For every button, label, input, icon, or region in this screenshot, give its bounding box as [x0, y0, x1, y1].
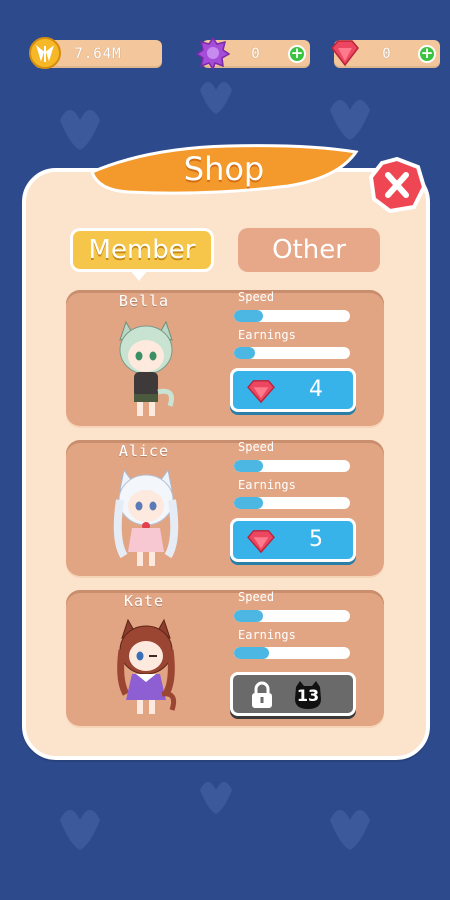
unlock-level: 13	[296, 685, 320, 705]
earnings-label: Earnings	[238, 628, 296, 642]
speed-label: Speed	[238, 290, 275, 304]
coin-value: 7.64M	[74, 46, 122, 62]
earnings-bar	[234, 347, 350, 359]
bella-character-image	[119, 320, 174, 416]
member-name: Alice	[118, 442, 170, 460]
shop-title: Shop	[183, 150, 265, 188]
earnings-label: Earnings	[238, 328, 296, 342]
red-gem-counter: 0 +	[331, 40, 440, 68]
add-red-gem-button[interactable]: +	[418, 45, 436, 63]
member-card-alice: Alice Speed Earnings 5	[66, 440, 384, 576]
earnings-bar-fill	[234, 647, 269, 659]
lock-icon	[252, 681, 272, 708]
member-name: Kate	[123, 592, 165, 610]
earnings-bar-fill	[234, 497, 263, 509]
tab-member[interactable]: Member	[70, 228, 214, 272]
red-gem-icon	[247, 530, 275, 554]
speed-bar	[234, 460, 350, 472]
speed-bar-fill	[234, 310, 263, 322]
tab-other[interactable]: Other	[238, 228, 380, 272]
kate-character-image	[117, 618, 177, 714]
buy-bella-button[interactable]: 4	[230, 368, 356, 412]
speed-bar	[234, 610, 350, 622]
earnings-label: Earnings	[238, 478, 296, 492]
speed-bar-fill	[234, 460, 263, 472]
price: 4	[309, 377, 323, 402]
alice-character-image	[113, 468, 179, 566]
coin-counter: 7.64M	[29, 37, 162, 69]
add-purple-gem-button[interactable]: +	[288, 45, 306, 63]
speed-bar-fill	[234, 610, 263, 622]
tab-selected-indicator	[130, 270, 148, 281]
purple-gem-counter: 0 +	[196, 36, 310, 70]
earnings-bar-fill	[234, 347, 255, 359]
locked-kate-button[interactable]: 13	[230, 672, 356, 716]
speed-label: Speed	[238, 590, 275, 604]
speed-label: Speed	[238, 440, 275, 454]
buy-alice-button[interactable]: 5	[230, 518, 356, 562]
member-card-bella: Bella Speed Earnings 4	[66, 290, 384, 426]
earnings-bar	[234, 497, 350, 509]
red-gem-icon	[247, 380, 275, 404]
price: 5	[309, 527, 323, 552]
member-card-kate: Kate Speed Earnings 13	[66, 590, 384, 726]
member-name: Bella	[118, 292, 170, 310]
unlock-level-badge: 13	[291, 679, 325, 711]
close-button[interactable]	[368, 157, 426, 213]
earnings-bar	[234, 647, 350, 659]
speed-bar	[234, 310, 350, 322]
